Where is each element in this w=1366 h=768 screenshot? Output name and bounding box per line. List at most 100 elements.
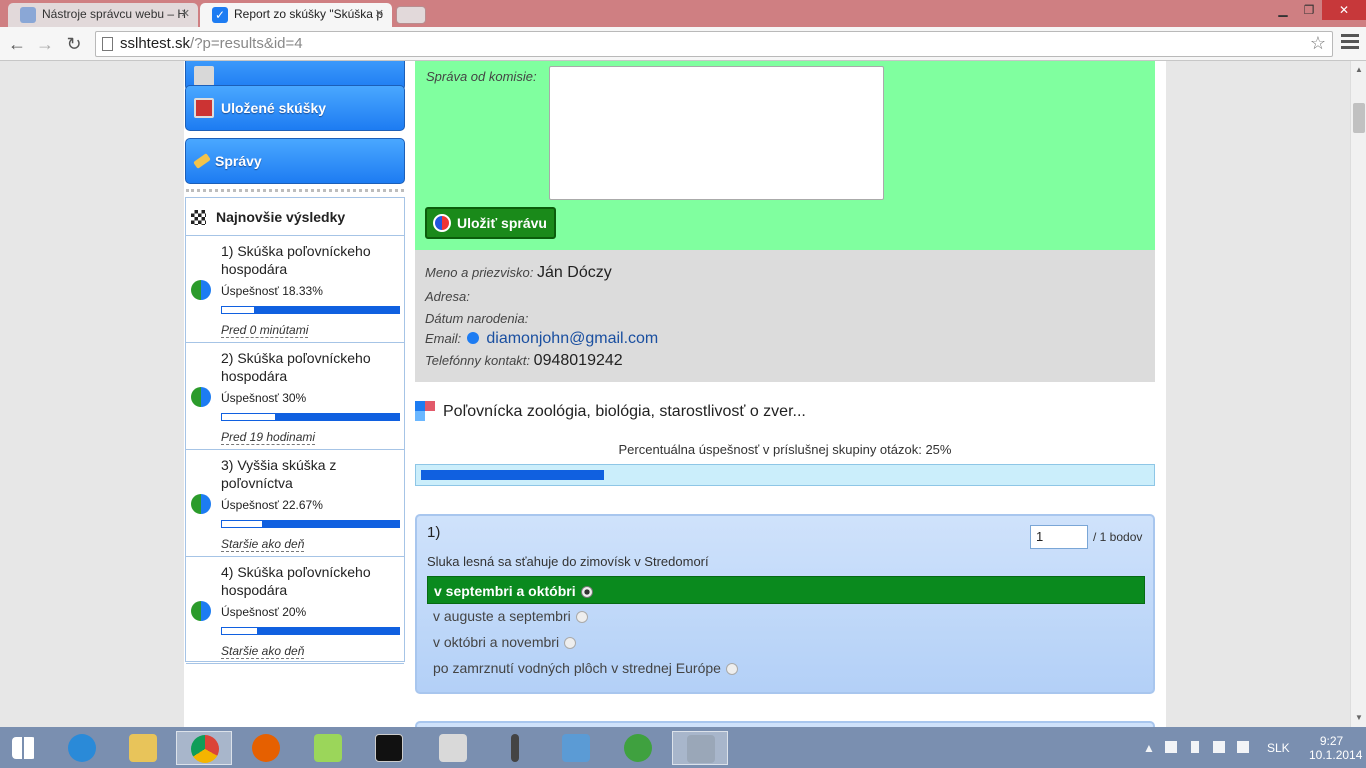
menu-icon[interactable]: [1341, 34, 1359, 52]
start-button[interactable]: [0, 731, 50, 765]
radio-button[interactable]: [564, 637, 577, 649]
commission-message-textarea[interactable]: [549, 66, 884, 200]
hxd-icon[interactable]: [425, 731, 481, 765]
name-label: Meno a priezvisko:: [425, 265, 534, 280]
keyboard-language[interactable]: SLK: [1267, 741, 1290, 755]
points-input[interactable]: 1: [1030, 525, 1088, 549]
pie-chart-icon: [191, 387, 211, 407]
windows-taskbar: ▲ SLK 9:27 10.1.2014: [0, 727, 1366, 768]
messages-label: Správy: [215, 153, 262, 169]
checkered-flag-icon: [191, 210, 206, 225]
url-host: sslhtest.sk: [120, 35, 191, 52]
answer-option[interactable]: v októbri a novembri: [427, 628, 1145, 656]
chrome-icon[interactable]: [176, 731, 232, 765]
clock[interactable]: 9:27 10.1.2014: [1309, 734, 1362, 762]
volume-icon[interactable]: [1237, 741, 1249, 753]
page-scrollbar[interactable]: ▲ ▼: [1350, 61, 1366, 727]
firefox-icon[interactable]: [238, 731, 294, 765]
flag-icon[interactable]: [1165, 741, 1177, 753]
clock-time: 9:27: [1319, 734, 1344, 748]
bookmark-star-icon[interactable]: ☆: [1310, 33, 1326, 54]
back-icon[interactable]: ←: [6, 33, 28, 55]
browser-tabstrip: Nástroje správcu webu – H ✕ ✓ Report zo …: [0, 0, 1366, 27]
internet-explorer-icon[interactable]: [54, 731, 110, 765]
document-viewer-icon[interactable]: [672, 731, 728, 765]
result-progress-bar: [221, 520, 400, 528]
windows-logo-icon: [12, 737, 36, 759]
microphone-icon[interactable]: [487, 731, 543, 765]
radio-button[interactable]: [725, 663, 738, 675]
new-tab-button[interactable]: [396, 6, 426, 24]
play-icon: [466, 332, 479, 344]
save-message-button[interactable]: Uložiť správu: [425, 207, 556, 239]
close-tab-icon[interactable]: ✕: [181, 3, 190, 25]
address-bar[interactable]: sslhtest.sk/?p=results&id=4 ☆: [95, 31, 1333, 57]
notepad-plus-plus-icon[interactable]: [300, 731, 356, 765]
phone-label: Telefónny kontakt:: [425, 353, 531, 368]
address-row: Adresa:: [425, 289, 470, 304]
save-message-label: Uložiť správu: [457, 215, 547, 231]
forward-icon[interactable]: →: [34, 33, 56, 55]
url-text: sslhtest.sk/?p=results&id=4: [120, 35, 303, 52]
pie-chart-icon: [191, 280, 211, 300]
answer-label: v septembri a októbri: [434, 583, 576, 599]
tab-webmaster-tools[interactable]: Nástroje správcu webu – H ✕: [8, 3, 198, 27]
control-panel-icon[interactable]: [548, 731, 604, 765]
tab-title: Nástroje správcu webu – H: [42, 7, 187, 21]
latest-results-panel: Najnovšie výsledky 1) Skúška poľovníckeh…: [185, 197, 405, 664]
result-progress-fill: [222, 628, 258, 634]
result-item[interactable]: 1) Skúška poľovníckeho hospodára Úspešnos…: [186, 236, 404, 343]
scroll-thumb[interactable]: [1353, 103, 1365, 133]
show-hidden-icons-icon[interactable]: ▲: [1143, 741, 1155, 755]
result-item[interactable]: 3) Vyššia skúška z poľovníctva Úspešnosť …: [186, 450, 404, 557]
result-title[interactable]: 2) Skúška poľovníckeho hospodára: [221, 349, 401, 385]
address-label: Adresa:: [425, 289, 470, 304]
result-item[interactable]: 2) Skúška poľovníckeho hospodára Úspešnos…: [186, 343, 404, 450]
result-title[interactable]: 3) Vyššia skúška z poľovníctva: [221, 456, 401, 492]
answer-option-correct[interactable]: v septembri a októbri: [427, 576, 1145, 604]
saved-exams-button[interactable]: Uložené skúšky: [185, 85, 405, 131]
answer-option[interactable]: po zamrznutí vodných plôch v strednej Eu…: [427, 654, 1145, 682]
result-score: Úspešnosť 18.33%: [221, 284, 323, 298]
utorrent-icon[interactable]: [610, 731, 666, 765]
battery-icon[interactable]: [1191, 741, 1199, 753]
email-link[interactable]: diamonjohn@gmail.com: [486, 330, 658, 347]
result-item[interactable]: 4) Skúška poľovníckeho hospodára Úspešnos…: [186, 557, 404, 664]
radio-button[interactable]: [580, 586, 593, 598]
name-value: Ján Dóczy: [537, 264, 612, 281]
result-progress-fill: [222, 307, 255, 313]
command-prompt-icon[interactable]: [361, 731, 417, 765]
result-progress-fill: [222, 414, 276, 420]
result-time: Staršie ako deň: [221, 644, 305, 659]
saved-exams-label: Uložené skúšky: [221, 100, 327, 116]
minimize-icon[interactable]: ▁: [1270, 0, 1296, 20]
close-window-icon[interactable]: ✕: [1322, 0, 1366, 20]
signal-icon[interactable]: [1213, 741, 1225, 753]
result-progress-fill: [222, 521, 263, 527]
reload-icon[interactable]: ↻: [63, 33, 85, 55]
result-title[interactable]: 1) Skúška poľovníckeho hospodára: [221, 242, 401, 278]
candidate-info-panel: Meno a priezvisko: Ján Dóczy Adresa: Dát…: [415, 250, 1155, 382]
scroll-up-icon[interactable]: ▲: [1355, 65, 1363, 74]
browser-toolbar: ← → ↻ sslhtest.sk/?p=results&id=4 ☆: [0, 27, 1366, 61]
email-row: Email: diamonjohn@gmail.com: [425, 330, 658, 348]
commission-panel: Správa od komisie: Uložiť správu: [415, 61, 1155, 250]
scroll-down-icon[interactable]: ▼: [1355, 713, 1363, 722]
result-title[interactable]: 4) Skúška poľovníckeho hospodára: [221, 563, 401, 599]
divider: [186, 189, 404, 192]
close-tab-icon[interactable]: ✕: [375, 3, 384, 25]
restore-icon[interactable]: ❐: [1296, 0, 1322, 20]
birthdate-label: Dátum narodenia:: [425, 311, 529, 326]
tab-report[interactable]: ✓ Report zo skúšky "Skúška p ✕: [200, 3, 392, 27]
commission-message-label: Správa od komisie:: [426, 69, 537, 84]
pencil-icon: [193, 153, 211, 169]
result-progress-bar: [221, 413, 400, 421]
radio-button[interactable]: [575, 611, 588, 623]
file-explorer-icon[interactable]: [115, 731, 171, 765]
messages-button[interactable]: Správy: [185, 138, 405, 184]
answer-option[interactable]: v auguste a septembri: [427, 602, 1145, 630]
save-icon: [433, 214, 451, 232]
section-title: Poľovnícka zoológia, biológia, starostli…: [443, 403, 806, 420]
phone-row: Telefónny kontakt: 0948019242: [425, 352, 623, 370]
question-card: 1) 1 / 1 bodov Sluka lesná sa sťahuje do…: [415, 514, 1155, 694]
